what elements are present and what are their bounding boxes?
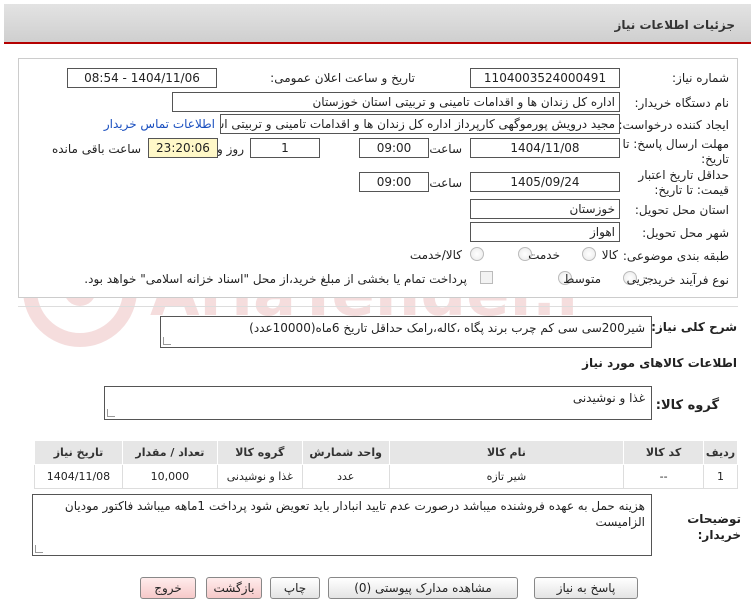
validity-date-field[interactable]: 1405/09/24 <box>470 172 620 192</box>
summary-text: شیر200سی سی کم چرب برند پگاه ،کاله،رامک … <box>249 321 645 335</box>
goods-group-value: غذا و نوشیدنی <box>572 391 645 405</box>
col-need-date: تاریخ نیاز <box>34 440 123 465</box>
announce-datetime-field[interactable]: 1404/11/06 - 08:54 <box>67 68 217 88</box>
validity-time-label: ساعت <box>429 176 462 190</box>
reply-deadline-label: مهلت ارسال پاسخ: تا <box>622 137 729 151</box>
buyer-contact-link[interactable]: اطلاعات تماس خریدار <box>104 117 215 131</box>
process-minor-label: جزیی <box>626 272 654 286</box>
summary-label: شرح کلی نیاز: <box>651 320 737 334</box>
city-label: شهر محل تحویل: <box>642 226 729 240</box>
cell-item-code: -- <box>623 464 705 489</box>
goods-group-textarea[interactable]: غذا و نوشیدنی <box>104 386 652 420</box>
buyer-notes-text: هزینه حمل به عهده فروشنده میباشد درصورت … <box>64 499 645 529</box>
title-bar: جزئیات اطلاعات نیاز <box>0 0 755 50</box>
cell-group: غذا و نوشیدنی <box>216 464 303 489</box>
cell-need-date: 1404/11/08 <box>34 464 123 489</box>
category-both-radio[interactable] <box>470 247 484 261</box>
category-goods-radio[interactable] <box>582 247 596 261</box>
category-both-label: کالا/خدمت <box>409 248 462 262</box>
buyer-notes-textarea[interactable]: هزینه حمل به عهده فروشنده میباشد درصورت … <box>32 494 652 556</box>
treasury-payment-checkbox[interactable] <box>480 271 493 284</box>
exit-button[interactable]: خروج <box>140 577 196 599</box>
cell-row-number: 1 <box>703 464 738 489</box>
remaining-time-label: ساعت باقی مانده <box>51 142 141 156</box>
col-unit: واحد شمارش <box>301 440 390 465</box>
col-item-name: نام کالا <box>388 440 625 465</box>
category-goods-label: کالا <box>601 248 618 262</box>
buyer-notes-label-2: خریدار: <box>697 528 741 542</box>
price-validity-label: حداقل تاریخ اعتبار <box>638 168 729 182</box>
items-table: ردیف کد کالا نام کالا واحد شمارش گروه کا… <box>34 440 738 489</box>
resize-handle-icon[interactable] <box>35 545 43 553</box>
need-number-field[interactable]: 1104003524000491 <box>470 68 620 88</box>
need-number-label: شماره نیاز: <box>672 71 729 85</box>
reply-time-label: ساعت <box>429 142 462 156</box>
province-label: استان محل تحویل: <box>634 203 729 217</box>
back-button[interactable]: بازگشت <box>206 577 262 599</box>
creator-field[interactable]: مجید درویش پورموگهی کارپرداز اداره کل زن… <box>220 114 620 134</box>
days-field[interactable]: 1 <box>250 138 320 158</box>
col-item-code: کد کالا <box>623 440 705 465</box>
province-field[interactable]: خوزستان <box>470 199 620 219</box>
cell-item-name: شیر تازه <box>388 464 625 489</box>
section-divider <box>18 306 738 307</box>
summary-textarea[interactable]: شیر200سی سی کم چرب برند پگاه ،کاله،رامک … <box>160 316 652 348</box>
reply-date-field[interactable]: 1404/11/08 <box>470 138 620 158</box>
resize-handle-icon[interactable] <box>107 409 115 417</box>
col-row-number: ردیف <box>703 440 738 465</box>
creator-label: ایجاد کننده درخواست: <box>618 118 729 132</box>
announce-label: تاریخ و ساعت اعلان عمومی: <box>270 71 415 85</box>
treasury-payment-label: پرداخت تمام یا بخشی از مبلغ خرید،از محل … <box>84 272 467 286</box>
category-service-label: خدمت <box>528 248 560 262</box>
process-medium-label: متوسط <box>563 272 601 286</box>
category-label: طبقه بندی موضوعی: <box>622 249 729 263</box>
process-label: نوع فرآیند خرید : <box>644 273 729 287</box>
validity-time-field[interactable]: 09:00 <box>359 172 429 192</box>
page-title: جزئیات اطلاعات نیاز <box>614 18 735 32</box>
buyer-notes-label: توضیحات <box>687 512 741 526</box>
table-row[interactable]: 1 -- شیر تازه عدد غذا و نوشیدنی 10,000 1… <box>34 464 738 489</box>
remaining-time-field: 23:20:06 <box>148 138 218 158</box>
reply-button[interactable]: پاسخ به نیاز <box>534 577 638 599</box>
table-header-row: ردیف کد کالا نام کالا واحد شمارش گروه کا… <box>34 440 738 465</box>
print-button[interactable]: چاپ <box>270 577 320 599</box>
reply-deadline-label-2: تاریخ: <box>701 152 729 166</box>
buyer-org-label: نام دستگاه خریدار: <box>634 96 730 110</box>
col-group: گروه کالا <box>216 440 303 465</box>
price-validity-label-2: قیمت: تا تاریخ: <box>654 183 729 197</box>
goods-group-label: گروه کالا: <box>655 398 719 413</box>
buyer-org-field[interactable]: اداره کل زندان ها و اقدامات تامینی و ترب… <box>172 92 620 112</box>
view-attachments-button[interactable]: مشاهده مدارک پیوستی (0) <box>328 577 518 599</box>
cell-quantity: 10,000 <box>121 464 218 489</box>
reply-time-field[interactable]: 09:00 <box>359 138 429 158</box>
resize-handle-icon[interactable] <box>163 337 171 345</box>
col-quantity: تعداد / مقدار <box>121 440 218 465</box>
title-bar-inner: جزئیات اطلاعات نیاز <box>4 4 751 44</box>
days-label: روز و <box>217 142 244 156</box>
cell-unit: عدد <box>301 464 390 489</box>
goods-section-title: اطلاعات کالاهای مورد نیاز <box>582 356 737 370</box>
city-field[interactable]: اهواز <box>470 222 620 242</box>
